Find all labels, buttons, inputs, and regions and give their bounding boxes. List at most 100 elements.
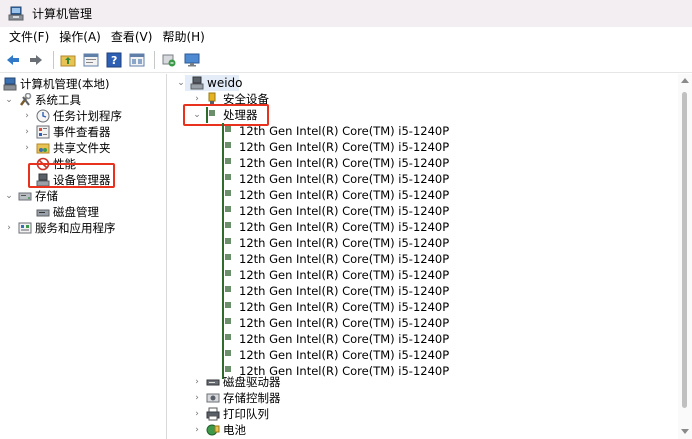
tree-label: weido <box>207 76 243 90</box>
navigation-pane: 计算机管理(本地) ⌄ 系统工具 › 任务计划程序 › 事件查看器 › 共享文件… <box>0 74 167 439</box>
tree-item-services-apps[interactable]: › 服务和应用程序 <box>4 220 115 236</box>
back-arrow-icon[interactable] <box>3 50 23 70</box>
tree-label: 12th Gen Intel(R) Core(TM) i5-1240P <box>239 220 450 234</box>
computer-management-icon <box>8 6 24 22</box>
chevron-right-icon[interactable]: › <box>192 94 202 104</box>
tree-item-disk-drives[interactable]: › 磁盘驱动器 <box>192 374 281 390</box>
tree-label: 12th Gen Intel(R) Core(TM) i5-1240P <box>239 188 450 202</box>
battery-icon <box>206 423 220 437</box>
tree-item-computer-weido[interactable]: ⌄ weido <box>176 75 243 91</box>
tree-item-cpu[interactable]: 12th Gen Intel(R) Core(TM) i5-1240P <box>222 315 449 331</box>
processor-icon <box>222 251 236 267</box>
tree-item-disk-management[interactable]: 磁盘管理 <box>36 204 99 220</box>
tree-item-cpu[interactable]: 12th Gen Intel(R) Core(TM) i5-1240P <box>222 251 449 267</box>
disk-icon <box>36 205 50 219</box>
computer-management-icon <box>3 77 17 91</box>
event-viewer-icon <box>36 125 50 139</box>
processor-icon <box>222 267 236 283</box>
storage-controller-icon <box>206 391 220 405</box>
tree-item-system-tools[interactable]: ⌄ 系统工具 <box>4 92 81 108</box>
tree-item-battery[interactable]: › 电池 <box>192 422 246 438</box>
processor-icon <box>222 187 236 203</box>
menu-file[interactable]: 文件(F) <box>4 27 54 48</box>
chevron-down-icon[interactable]: ⌄ <box>4 95 14 105</box>
tree-label: 12th Gen Intel(R) Core(TM) i5-1240P <box>239 268 450 282</box>
tree-item-cpu[interactable]: 12th Gen Intel(R) Core(TM) i5-1240P <box>222 171 449 187</box>
processor-icon <box>222 203 236 219</box>
tree-item-cpu[interactable]: 12th Gen Intel(R) Core(TM) i5-1240P <box>222 283 449 299</box>
tree-label: 12th Gen Intel(R) Core(TM) i5-1240P <box>239 332 450 346</box>
processor-icon <box>222 283 236 299</box>
tree-label: 事件查看器 <box>53 125 111 139</box>
tree-item-cpu[interactable]: 12th Gen Intel(R) Core(TM) i5-1240P <box>222 235 449 251</box>
chevron-down-icon[interactable]: ⌄ <box>4 191 14 201</box>
vertical-scrollbar[interactable] <box>678 74 692 439</box>
processor-icon <box>222 331 236 347</box>
chevron-right-icon[interactable]: › <box>22 111 32 121</box>
tree-label: 12th Gen Intel(R) Core(TM) i5-1240P <box>239 348 450 362</box>
chevron-right-icon[interactable]: › <box>22 127 32 137</box>
tree-label: 磁盘管理 <box>53 205 99 219</box>
tree-item-cpu[interactable]: 12th Gen Intel(R) Core(TM) i5-1240P <box>222 347 449 363</box>
forward-arrow-icon[interactable] <box>26 50 46 70</box>
tree-item-print-queues[interactable]: › 打印队列 <box>192 406 269 422</box>
svg-text:?: ? <box>111 54 117 67</box>
storage-icon <box>18 189 32 203</box>
tree-label: 12th Gen Intel(R) Core(TM) i5-1240P <box>239 156 450 170</box>
tree-label: 磁盘驱动器 <box>223 375 281 389</box>
chevron-down-icon[interactable]: ⌄ <box>176 78 186 88</box>
scrollbar-thumb[interactable] <box>682 92 687 408</box>
menu-action[interactable]: 操作(A) <box>54 27 106 48</box>
tree-item-cpu[interactable]: 12th Gen Intel(R) Core(TM) i5-1240P <box>222 203 449 219</box>
tree-item-cpu[interactable]: 12th Gen Intel(R) Core(TM) i5-1240P <box>222 155 449 171</box>
help-icon[interactable]: ? <box>104 50 124 70</box>
tree-label: 共享文件夹 <box>53 141 111 155</box>
tree-label: 12th Gen Intel(R) Core(TM) i5-1240P <box>239 204 450 218</box>
tree-item-cpu[interactable]: 12th Gen Intel(R) Core(TM) i5-1240P <box>222 331 449 347</box>
tree-item-storage[interactable]: ⌄ 存储 <box>4 188 58 204</box>
chevron-right-icon[interactable]: › <box>22 143 32 153</box>
processor-icon <box>222 235 236 251</box>
panel-icon[interactable] <box>127 50 147 70</box>
menu-help[interactable]: 帮助(H) <box>157 27 209 48</box>
processor-icon <box>222 347 236 363</box>
properties-icon[interactable] <box>81 50 101 70</box>
computer-icon <box>190 76 204 90</box>
tree-item-cpu[interactable]: 12th Gen Intel(R) Core(TM) i5-1240P <box>222 299 449 315</box>
processor-icon <box>222 171 236 187</box>
chevron-right-icon[interactable]: › <box>4 223 14 233</box>
highlight-box-device-manager <box>28 163 115 188</box>
monitor-icon[interactable] <box>182 50 202 70</box>
tree-item-cpu[interactable]: 12th Gen Intel(R) Core(TM) i5-1240P <box>222 123 449 139</box>
tree-item-cpu[interactable]: 12th Gen Intel(R) Core(TM) i5-1240P <box>222 187 449 203</box>
chevron-right-icon[interactable]: › <box>192 409 202 419</box>
menu-view[interactable]: 查看(V) <box>106 27 158 48</box>
tree-label: 12th Gen Intel(R) Core(TM) i5-1240P <box>239 172 450 186</box>
tree-item-task-scheduler[interactable]: › 任务计划程序 <box>22 108 122 124</box>
shared-folder-icon <box>36 141 50 155</box>
clock-icon <box>36 109 50 123</box>
services-icon <box>18 221 32 235</box>
disk-drive-icon <box>206 375 220 389</box>
processor-icon <box>222 299 236 315</box>
tree-item-storage-controllers[interactable]: › 存储控制器 <box>192 390 281 406</box>
chevron-right-icon[interactable]: › <box>192 377 202 387</box>
tree-label: 存储控制器 <box>223 391 281 405</box>
tree-label: 计算机管理(本地) <box>20 77 110 91</box>
tree-item-shared-folders[interactable]: › 共享文件夹 <box>22 140 111 156</box>
tree-label: 12th Gen Intel(R) Core(TM) i5-1240P <box>239 300 450 314</box>
chevron-right-icon[interactable]: › <box>192 425 202 435</box>
chevron-right-icon[interactable]: › <box>192 393 202 403</box>
tree-item-event-viewer[interactable]: › 事件查看器 <box>22 124 111 140</box>
scroll-down-arrow-icon[interactable] <box>681 429 689 434</box>
tree-item-cpu[interactable]: 12th Gen Intel(R) Core(TM) i5-1240P <box>222 219 449 235</box>
toolbar-separator <box>154 51 155 69</box>
tree-item-cpu[interactable]: 12th Gen Intel(R) Core(TM) i5-1240P <box>222 267 449 283</box>
refresh-icon[interactable] <box>159 50 179 70</box>
tree-label: 12th Gen Intel(R) Core(TM) i5-1240P <box>239 236 450 250</box>
tree-item-computer-management[interactable]: 计算机管理(本地) <box>3 76 109 92</box>
tree-item-cpu[interactable]: 12th Gen Intel(R) Core(TM) i5-1240P <box>222 139 449 155</box>
folder-up-icon[interactable] <box>58 50 78 70</box>
scroll-up-arrow-icon[interactable] <box>681 78 689 83</box>
tree-label: 12th Gen Intel(R) Core(TM) i5-1240P <box>239 252 450 266</box>
